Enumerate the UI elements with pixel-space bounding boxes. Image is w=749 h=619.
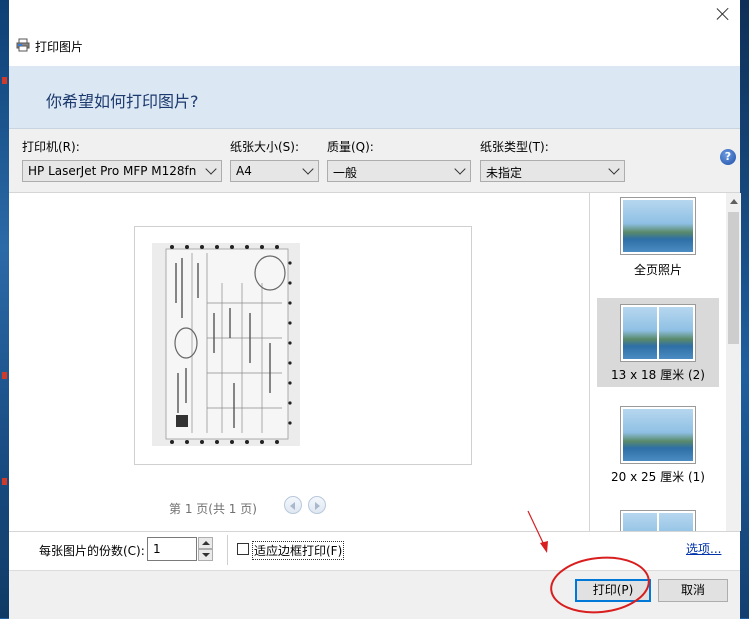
printer-select[interactable]: HP LaserJet Pro MFP M128fn	[22, 160, 222, 182]
instruction-banner: 你希望如何打印图片?	[9, 66, 740, 129]
fit-to-frame-checkbox[interactable]	[237, 543, 249, 555]
copies-input[interactable]: 1	[147, 537, 197, 561]
print-preview-area: 第 1 页(共 1 页)	[9, 193, 589, 531]
layout-list: 全页照片 13 x 18 厘米 (2) 20 x 25 厘米 (1)	[589, 193, 741, 531]
chevron-down-icon	[302, 163, 314, 175]
print-settings-toolbar: 打印机(R): HP LaserJet Pro MFP M128fn 纸张大小(…	[9, 129, 740, 193]
preview-page	[134, 226, 472, 465]
copies-value: 1	[153, 542, 161, 556]
document-preview-image	[152, 243, 300, 446]
layout-item-20x25[interactable]: 20 x 25 厘米 (1)	[597, 402, 719, 491]
quality-value: 一般	[333, 166, 358, 180]
copies-label: 每张图片的份数(C):	[39, 544, 145, 558]
print-pictures-dialog: 打印图片 你希望如何打印图片? 打印机(R): HP LaserJet Pro …	[9, 0, 741, 619]
title-bar: 打印图片	[9, 0, 740, 66]
close-icon[interactable]	[714, 5, 732, 23]
dialog-footer: 打印(P) 取消	[9, 570, 740, 619]
chevron-down-icon	[608, 163, 620, 175]
layout-thumbnail	[620, 304, 696, 362]
window-title: 打印图片	[35, 40, 84, 54]
paper-size-label: 纸张大小(S):	[230, 140, 300, 154]
layout-label: 20 x 25 厘米 (1)	[611, 470, 705, 484]
layout-item-full-page[interactable]: 全页照片	[597, 193, 719, 280]
stepper-down-icon[interactable]	[198, 549, 213, 561]
paper-type-label: 纸张类型(T):	[480, 140, 549, 154]
page-indicator: 第 1 页(共 1 页)	[169, 502, 257, 516]
desktop-icon-fragment	[2, 478, 7, 485]
paper-type-value: 未指定	[486, 166, 523, 180]
layout-item-13x18[interactable]: 13 x 18 厘米 (2)	[597, 298, 719, 387]
fit-to-frame-label[interactable]: 适应边框打印(F)	[252, 541, 345, 560]
print-button[interactable]: 打印(P)	[575, 579, 651, 602]
quality-select[interactable]: 一般	[327, 160, 471, 182]
desktop-icon-fragment	[2, 77, 7, 84]
layout-thumbnail	[620, 510, 696, 531]
options-link[interactable]: 选项...	[686, 540, 721, 557]
desktop-right-strip	[740, 0, 749, 618]
next-page-button[interactable]	[308, 496, 326, 514]
scrollbar-thumb[interactable]	[728, 212, 739, 344]
layout-thumbnail	[620, 197, 696, 255]
previous-page-button[interactable]	[284, 496, 302, 514]
printer-label: 打印机(R):	[22, 140, 80, 154]
chevron-down-icon	[205, 163, 217, 175]
desktop-left-strip	[0, 0, 9, 618]
paper-type-select[interactable]: 未指定	[480, 160, 625, 182]
help-icon[interactable]: ?	[720, 149, 736, 165]
printer-value: HP LaserJet Pro MFP M128fn	[28, 164, 197, 178]
layout-scrollbar[interactable]	[726, 193, 741, 531]
copies-stepper[interactable]	[198, 537, 213, 561]
paper-size-value: A4	[236, 164, 252, 178]
layout-label: 13 x 18 厘米 (2)	[611, 368, 705, 382]
quality-label: 质量(Q):	[327, 140, 374, 154]
paper-size-select[interactable]: A4	[230, 160, 319, 182]
chevron-down-icon	[454, 163, 466, 175]
cancel-button[interactable]: 取消	[658, 579, 728, 602]
layout-label: 全页照片	[633, 263, 682, 277]
desktop-icon-fragment	[2, 372, 7, 379]
divider	[227, 535, 228, 565]
printer-icon	[16, 38, 30, 52]
banner-heading: 你希望如何打印图片?	[46, 92, 199, 111]
layout-item-partial[interactable]	[597, 504, 719, 531]
layout-thumbnail	[620, 406, 696, 464]
print-options-row: 每张图片的份数(C): 1 适应边框打印(F) 选项...	[9, 531, 740, 570]
stepper-up-icon[interactable]	[198, 537, 213, 549]
scroll-up-icon[interactable]	[730, 199, 738, 204]
